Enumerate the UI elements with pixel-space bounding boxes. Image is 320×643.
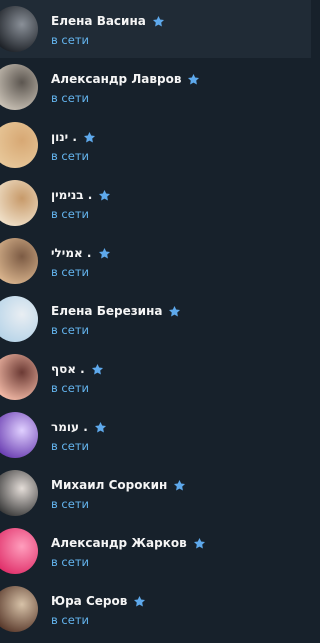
contact-name: Михаил Сорокин: [51, 478, 168, 492]
contact-row[interactable]: Александр Жарков в сети: [0, 522, 311, 580]
person-photo-avatar: [0, 470, 38, 516]
premium-star-icon: [152, 15, 165, 28]
contact-name: בנימין .: [51, 188, 93, 202]
person-photo-avatar: [0, 180, 38, 226]
contact-name-line: Елена Березина: [51, 302, 181, 320]
person-photo-avatar: [0, 296, 38, 342]
contact-name-line: Юра Серов: [51, 592, 146, 610]
premium-star-icon: [98, 247, 111, 260]
person-photo-avatar: [0, 122, 38, 168]
person-photo-avatar: [0, 354, 38, 400]
contact-status: в сети: [51, 381, 90, 395]
contact-status: в сети: [51, 613, 90, 627]
contact-name-line: Михаил Сорокин: [51, 476, 186, 494]
contact-row[interactable]: Елена Березина в сети: [0, 290, 311, 348]
premium-star-icon: [83, 131, 96, 144]
person-photo-avatar: [0, 586, 38, 632]
contact-name: עומר .: [51, 420, 88, 434]
premium-star-icon: [193, 537, 206, 550]
contact-name: Александр Жарков: [51, 536, 187, 550]
premium-star-icon: [173, 479, 186, 492]
contact-status: в сети: [51, 149, 90, 163]
contact-name-line: ינון .: [51, 128, 96, 146]
contact-name: אסף .: [51, 362, 85, 376]
contact-name-line: Елена Васина: [51, 12, 165, 30]
contact-status: в сети: [51, 555, 90, 569]
contact-row[interactable]: ינון . в сети: [0, 116, 311, 174]
contact-status: в сети: [51, 439, 90, 453]
contact-row[interactable]: Елена Васина в сети: [0, 0, 311, 58]
contact-name: Юра Серов: [51, 594, 128, 608]
contact-name: Александр Лавров: [51, 72, 182, 86]
premium-star-icon: [187, 73, 200, 86]
contact-status: в сети: [51, 323, 90, 337]
contact-name-line: אסף .: [51, 360, 104, 378]
premium-star-icon: [98, 189, 111, 202]
person-photo-avatar: [0, 412, 38, 458]
contact-name-line: בנימין .: [51, 186, 111, 204]
contact-status: в сети: [51, 207, 90, 221]
premium-star-icon: [133, 595, 146, 608]
person-photo-avatar: [0, 528, 38, 574]
contact-name-line: Александр Лавров: [51, 70, 200, 88]
contact-name: ינון .: [51, 130, 77, 144]
contact-name-line: אמילי .: [51, 244, 111, 262]
car-photo-avatar: [0, 6, 38, 52]
contact-row[interactable]: אסף . в сети: [0, 348, 311, 406]
contact-name-line: Александр Жарков: [51, 534, 206, 552]
contact-name-line: עומר .: [51, 418, 107, 436]
person-photo-avatar: [0, 238, 38, 284]
contact-status: в сети: [51, 497, 90, 511]
contact-row[interactable]: Михаил Сорокин в сети: [0, 464, 311, 522]
contact-name: Елена Березина: [51, 304, 163, 318]
person-photo-avatar: [0, 64, 38, 110]
contact-name: Елена Васина: [51, 14, 146, 28]
contact-row[interactable]: Юра Серов в сети: [0, 580, 311, 638]
contact-row[interactable]: אמילי . в сети: [0, 232, 311, 290]
contact-row[interactable]: עומר . в сети: [0, 406, 311, 464]
contact-row[interactable]: בנימין . в сети: [0, 174, 311, 232]
contact-row[interactable]: Александр Лавров в сети: [0, 58, 311, 116]
premium-star-icon: [91, 363, 104, 376]
contact-status: в сети: [51, 33, 90, 47]
contact-name: אמילי .: [51, 246, 92, 260]
premium-star-icon: [94, 421, 107, 434]
contact-list: Елена Васина в сети Александр Лавров в сети…: [0, 0, 311, 643]
contact-status: в сети: [51, 265, 90, 279]
contact-status: в сети: [51, 91, 90, 105]
premium-star-icon: [168, 305, 181, 318]
